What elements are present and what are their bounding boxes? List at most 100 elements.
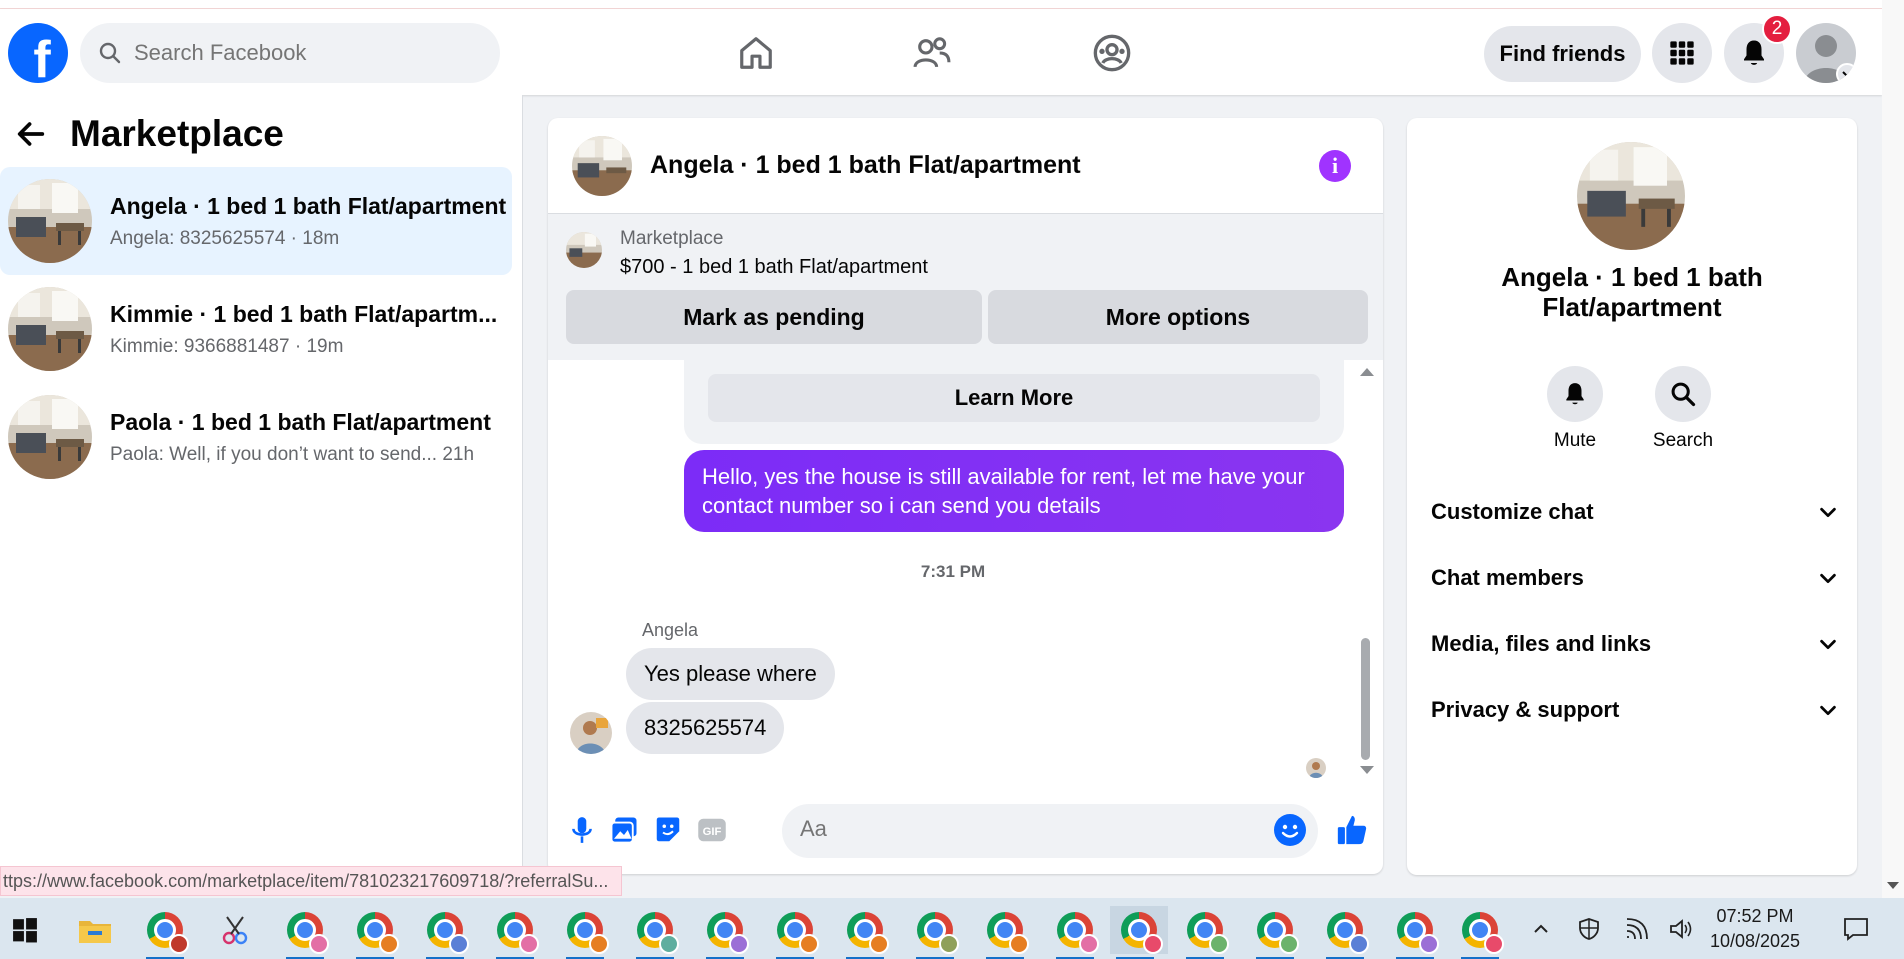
conversation-title: Kimmie · 1 bed 1 bath Flat/apartm... [110,300,498,327]
find-friends-button[interactable]: Find friends [1484,26,1641,82]
chrome-profile-icon[interactable] [280,906,330,959]
groups-icon[interactable] [1088,29,1136,77]
chevron-up-icon[interactable] [1526,914,1556,944]
customize-chat-section[interactable]: Customize chat [1431,492,1839,532]
section-label: Privacy & support [1431,697,1620,722]
scroll-up-arrow-icon[interactable] [1360,368,1374,376]
media-files-links-section[interactable]: Media, files and links [1431,624,1839,664]
chat-header: Angela · 1 bed 1 bath Flat/apartment i [548,118,1383,214]
conversation-title: Angela · 1 bed 1 bath Flat/apartment [110,192,507,219]
file-explorer-icon[interactable] [70,906,120,954]
back-arrow-icon[interactable] [14,117,48,151]
scroll-down-arrow-icon[interactable] [1360,766,1374,774]
chevron-down-icon [1820,507,1836,518]
conversation-item-paola[interactable]: Paola · 1 bed 1 bath Flat/apartment Paol… [0,383,512,491]
gif-icon[interactable]: GIF [696,814,728,846]
chat-scrollbar[interactable] [1358,360,1374,780]
chrome-profile-icon[interactable] [140,906,190,959]
listing-thumbnail [8,179,92,263]
chevron-down-icon [1820,573,1836,584]
chrome-profile-icon[interactable] [1050,906,1100,959]
thumbs-up-icon[interactable] [1332,810,1372,850]
emoji-icon[interactable] [1274,814,1306,846]
info-icon[interactable]: i [1319,150,1351,182]
notification-count-badge: 2 [1762,14,1792,44]
sidebar-header: Marketplace [14,113,284,155]
conversation-title: Paola · 1 bed 1 bath Flat/apartment [110,408,491,435]
section-label: Chat members [1431,565,1584,590]
facebook-logo[interactable]: f [8,23,68,83]
menu-grid-icon[interactable] [1652,23,1712,83]
conversation-preview: Paola: Well, if you don’t want to send..… [110,443,475,465]
chrome-profile-icon[interactable] [1455,906,1505,959]
conversation-item-angela[interactable]: Angela · 1 bed 1 bath Flat/apartment Ang… [0,167,512,275]
friends-icon[interactable] [908,29,956,77]
details-title: Angela · 1 bed 1 bath Flat/apartment [1501,262,1763,322]
chrome-profile-icon[interactable] [490,906,540,959]
seen-indicator-avatar [1306,758,1326,778]
chrome-profile-icon[interactable] [560,906,610,959]
search-icon [1655,366,1711,422]
chrome-profile-icon[interactable] [980,906,1030,959]
mark-as-pending-button[interactable]: Mark as pending [566,290,982,344]
section-label: Media, files and links [1431,631,1652,656]
chevron-down-icon [1820,639,1836,650]
sent-message-bubble: Hello, yes the house is still available … [684,450,1344,532]
chrome-profile-icon[interactable] [420,906,470,959]
chrome-profile-icon[interactable] [1180,906,1230,959]
scrollbar-thumb[interactable] [1361,638,1370,760]
search-input[interactable] [134,40,434,66]
message-composer: GIF [548,794,1383,866]
microphone-icon[interactable] [566,814,598,846]
chrome-profile-icon[interactable] [910,906,960,959]
page-scrollbar[interactable] [1882,0,1904,898]
chrome-profile-icon[interactable] [700,906,750,959]
listing-banner: Marketplace $700 - 1 bed 1 bath Flat/apa… [548,214,1383,360]
search-in-conversation-button[interactable]: Search [1643,366,1723,452]
chevron-down-icon [1836,63,1856,83]
learn-more-button[interactable]: Learn More [708,374,1320,422]
volume-icon[interactable] [1666,914,1696,944]
message-input[interactable] [800,816,1220,842]
more-options-button[interactable]: More options [988,290,1368,344]
chat-avatar[interactable] [572,135,632,196]
chrome-profile-icon[interactable] [1320,906,1370,959]
marketplace-inbox-sidebar: Marketplace Angela · 1 bed 1 bath Flat/a… [0,95,523,895]
conversation-item-kimmie[interactable]: Kimmie · 1 bed 1 bath Flat/apartm... Kim… [0,275,512,383]
chat-members-section[interactable]: Chat members [1431,558,1839,598]
search-bar[interactable] [80,23,500,83]
chrome-profile-icon[interactable] [770,906,820,959]
chat-title[interactable]: Angela · 1 bed 1 bath Flat/apartment [650,151,1081,180]
photo-icon[interactable] [608,814,640,846]
chrome-profile-icon-active[interactable] [1110,906,1168,959]
svg-text:GIF: GIF [703,826,722,838]
received-message-bubble: 8325625574 [626,702,785,754]
message-input-box[interactable] [782,804,1318,858]
conversation-preview: Kimmie: 9366881487 · 19m [110,335,344,357]
sticker-icon[interactable] [652,814,684,846]
listing-title[interactable]: $700 - 1 bed 1 bath Flat/apartment [620,256,928,279]
scroll-down-arrow-icon[interactable] [1887,882,1899,889]
wifi-icon[interactable] [1622,914,1652,944]
notification-center-icon[interactable] [1838,914,1874,944]
chrome-profile-icon[interactable] [1250,906,1300,959]
mute-button[interactable]: Mute [1535,366,1615,452]
snipping-tool-icon[interactable] [210,906,260,954]
chrome-profile-icon[interactable] [350,906,400,959]
details-avatar[interactable] [1577,142,1685,250]
privacy-support-section[interactable]: Privacy & support [1431,690,1839,730]
security-shield-icon[interactable] [1574,914,1604,944]
sender-avatar[interactable] [570,712,612,754]
system-clock[interactable]: 07:52 PM 10/08/2025 [1700,904,1810,954]
account-avatar[interactable] [1796,23,1856,83]
search-label: Search [1652,430,1714,451]
home-icon[interactable] [732,29,780,77]
windows-start-icon[interactable] [0,906,50,954]
listing-thumbnail [566,232,602,268]
chrome-profile-icon[interactable] [630,906,680,959]
chrome-profile-icon[interactable] [1390,906,1440,959]
chrome-profile-icon[interactable] [840,906,890,959]
message-timestamp: 7:31 PM [920,562,986,581]
listing-source: Marketplace [620,228,724,249]
top-navigation-bar: f Find friends 2 [0,9,1882,95]
